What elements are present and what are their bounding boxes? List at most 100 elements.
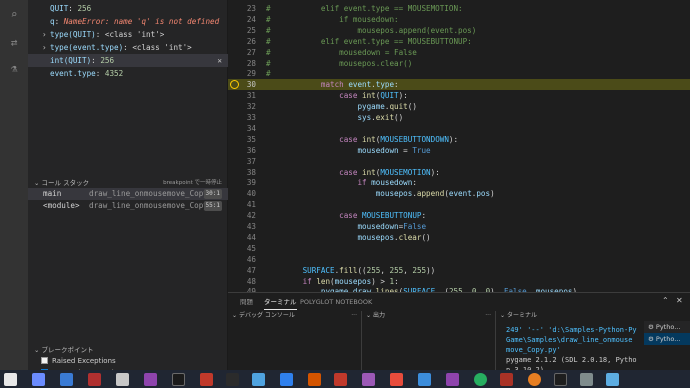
code-line[interactable]: 38 case int(MOUSEMOTION):	[228, 167, 690, 178]
app-icon[interactable]	[580, 373, 593, 386]
terminal-app-icon[interactable]	[172, 373, 185, 386]
tab-terminal[interactable]: ターミナル	[264, 297, 297, 310]
watch-value: <class 'int'>	[132, 43, 192, 52]
code-line[interactable]: 42 case MOUSEBUTTONUP:	[228, 210, 690, 221]
code-line[interactable]: 31 case int(QUIT):	[228, 90, 690, 101]
app-icon[interactable]	[252, 373, 265, 386]
code-line[interactable]: 27 # mousedown = False	[228, 47, 690, 58]
watch-panel: QUIT: 256 q: NameError: name 'q' is not d…	[28, 2, 228, 80]
app-icon[interactable]	[280, 373, 293, 386]
code-line[interactable]: 46	[228, 254, 690, 265]
watch-item[interactable]: › type(event.type): <class 'int'>	[28, 41, 228, 54]
app-icon[interactable]	[32, 373, 45, 386]
tab-polyglot-notebook[interactable]: POLYGLOT NOTEBOOK	[300, 297, 372, 310]
app-icon[interactable]	[362, 373, 375, 386]
app-icon[interactable]	[88, 373, 101, 386]
code-line[interactable]: 26 # elif event.type == MOUSEBUTTONUP:	[228, 36, 690, 47]
code-line[interactable]: 45	[228, 243, 690, 254]
code-editor[interactable]: 23 # elif event.type == MOUSEMOTION: 24 # i…	[228, 0, 690, 292]
code-line[interactable]: 44 mousepos.clear()	[228, 232, 690, 243]
callstack-frame[interactable]: <module> draw_line_onmousemove_Copy.py 55:…	[28, 200, 228, 212]
watch-item[interactable]: int(QUIT): 256 ✕	[28, 54, 228, 67]
terminal-instance[interactable]: ⚙ Pytho...	[644, 321, 690, 333]
breakpoints-title: ブレークポイント	[41, 346, 94, 354]
watch-item[interactable]: event.type: 4352	[28, 67, 228, 80]
code-line[interactable]: 35 case int(MOUSEBUTTONDOWN):	[228, 134, 690, 145]
tab-problems[interactable]: 問題	[240, 297, 253, 310]
app-icon[interactable]	[200, 373, 213, 386]
line-number: 33	[246, 113, 256, 122]
vscode-icon[interactable]	[418, 373, 431, 386]
code-line[interactable]: 40 mousepos.append(event.pos)	[228, 188, 690, 199]
watch-item[interactable]: q: NameError: name 'q' is not defined	[28, 15, 228, 28]
remove-watch-icon[interactable]: ✕	[217, 54, 222, 67]
more-icon[interactable]: ···	[351, 311, 357, 321]
line-number: 35	[246, 134, 256, 144]
app-icon[interactable]	[334, 373, 347, 386]
code-line[interactable]: 32 pygame.quit()	[228, 101, 690, 112]
chevron-up-icon[interactable]: ⌃	[662, 296, 669, 305]
terminal-label: ターミナル	[506, 312, 537, 319]
code-text: mousedown=False	[357, 222, 427, 231]
line-number: 28	[246, 58, 256, 68]
terminal-output[interactable]: 249' '--' 'd:\Samples-Python-Py Game\Samp…	[496, 321, 644, 375]
app-icon[interactable]	[606, 373, 619, 386]
terminal-instance[interactable]: ⚙ Pytho...	[644, 333, 690, 345]
code-line[interactable]: 24 # if mousedown:	[228, 14, 690, 25]
app-icon[interactable]	[116, 373, 129, 386]
code-text: mousedown = True	[357, 145, 431, 155]
callstack-frame[interactable]: main draw_line_onmousemove_Copy.py 30:1	[28, 188, 228, 200]
chevron-right-icon[interactable]: ›	[42, 28, 50, 41]
terminal-list: ⚙ Pytho... ⚙ Pytho...	[644, 321, 690, 345]
code-text: case int(MOUSEBUTTONDOWN):	[339, 134, 459, 144]
watch-item[interactable]: › type(QUIT): <class 'int'>	[28, 28, 228, 41]
app-icon[interactable]	[554, 373, 567, 386]
start-icon[interactable]	[4, 373, 17, 386]
breakpoint-label: Raised Exceptions	[52, 357, 116, 365]
line-number: 31	[246, 91, 256, 101]
code-line[interactable]: 47 SURFACE.fill((255, 255, 255))	[228, 265, 690, 276]
breakpoint-item[interactable]: Raised Exceptions	[28, 355, 228, 367]
terminal-pane[interactable]: ⌄ ターミナル 249' '--' 'd:\Samples-Python-Py G…	[496, 311, 644, 374]
more-icon[interactable]: ···	[485, 311, 491, 321]
watch-value: 256	[100, 56, 115, 65]
close-icon[interactable]: ✕	[676, 296, 683, 305]
chevron-right-icon[interactable]: ›	[42, 41, 50, 54]
remote-explorer-icon[interactable]: ⇄	[6, 36, 22, 50]
code-line[interactable]: 34	[228, 123, 690, 134]
visual-studio-icon[interactable]	[144, 373, 157, 386]
code-line[interactable]: 28 # mousepos.clear()	[228, 58, 690, 69]
app-icon[interactable]	[500, 373, 513, 386]
testing-icon[interactable]: ⚗	[6, 62, 22, 76]
code-line[interactable]: 29 #	[228, 68, 690, 79]
visual-studio-icon[interactable]	[446, 373, 459, 386]
callstack-chevron-icon: ⌄	[34, 179, 42, 187]
firefox-icon[interactable]	[528, 373, 541, 386]
breakpoint-checkbox[interactable]	[41, 357, 48, 364]
code-line[interactable]: 37	[228, 156, 690, 167]
chrome-icon[interactable]	[474, 373, 487, 386]
code-line[interactable]: 36 mousedown = True	[228, 145, 690, 156]
line-number: 39	[246, 178, 256, 188]
code-line[interactable]: 33 sys.exit()	[228, 112, 690, 123]
code-line[interactable]: 23 # elif event.type == MOUSEMOTION:	[228, 3, 690, 14]
panel-tabs: 問題 ターミナル POLYGLOT NOTEBOOK ⌃ ✕	[228, 293, 690, 310]
app-icon[interactable]	[308, 373, 321, 386]
search-icon[interactable]: ⌕	[6, 8, 22, 22]
line-number: 42	[246, 211, 256, 221]
code-text: mousepos.clear()	[357, 232, 431, 242]
app-icon[interactable]	[390, 373, 403, 386]
code-line[interactable]: 25 # mousepos.append(event.pos)	[228, 25, 690, 36]
watch-item[interactable]: QUIT: 256	[28, 2, 228, 15]
app-icon[interactable]	[60, 373, 73, 386]
code-line[interactable]: 39 if mousedown:	[228, 177, 690, 188]
code-line[interactable]: 43 mousedown=False	[228, 221, 690, 232]
app-icon[interactable]	[226, 373, 239, 386]
frame-name: <module>	[43, 201, 80, 210]
current-execution-line[interactable]: 30 match event.type:	[228, 79, 690, 91]
line-number: 43	[246, 222, 256, 231]
windows-taskbar	[0, 370, 690, 388]
terminal-instance-label: Pytho...	[655, 335, 681, 343]
code-line[interactable]: 41	[228, 199, 690, 210]
code-line[interactable]: 48 if len(mousepos) > 1:	[228, 276, 690, 287]
